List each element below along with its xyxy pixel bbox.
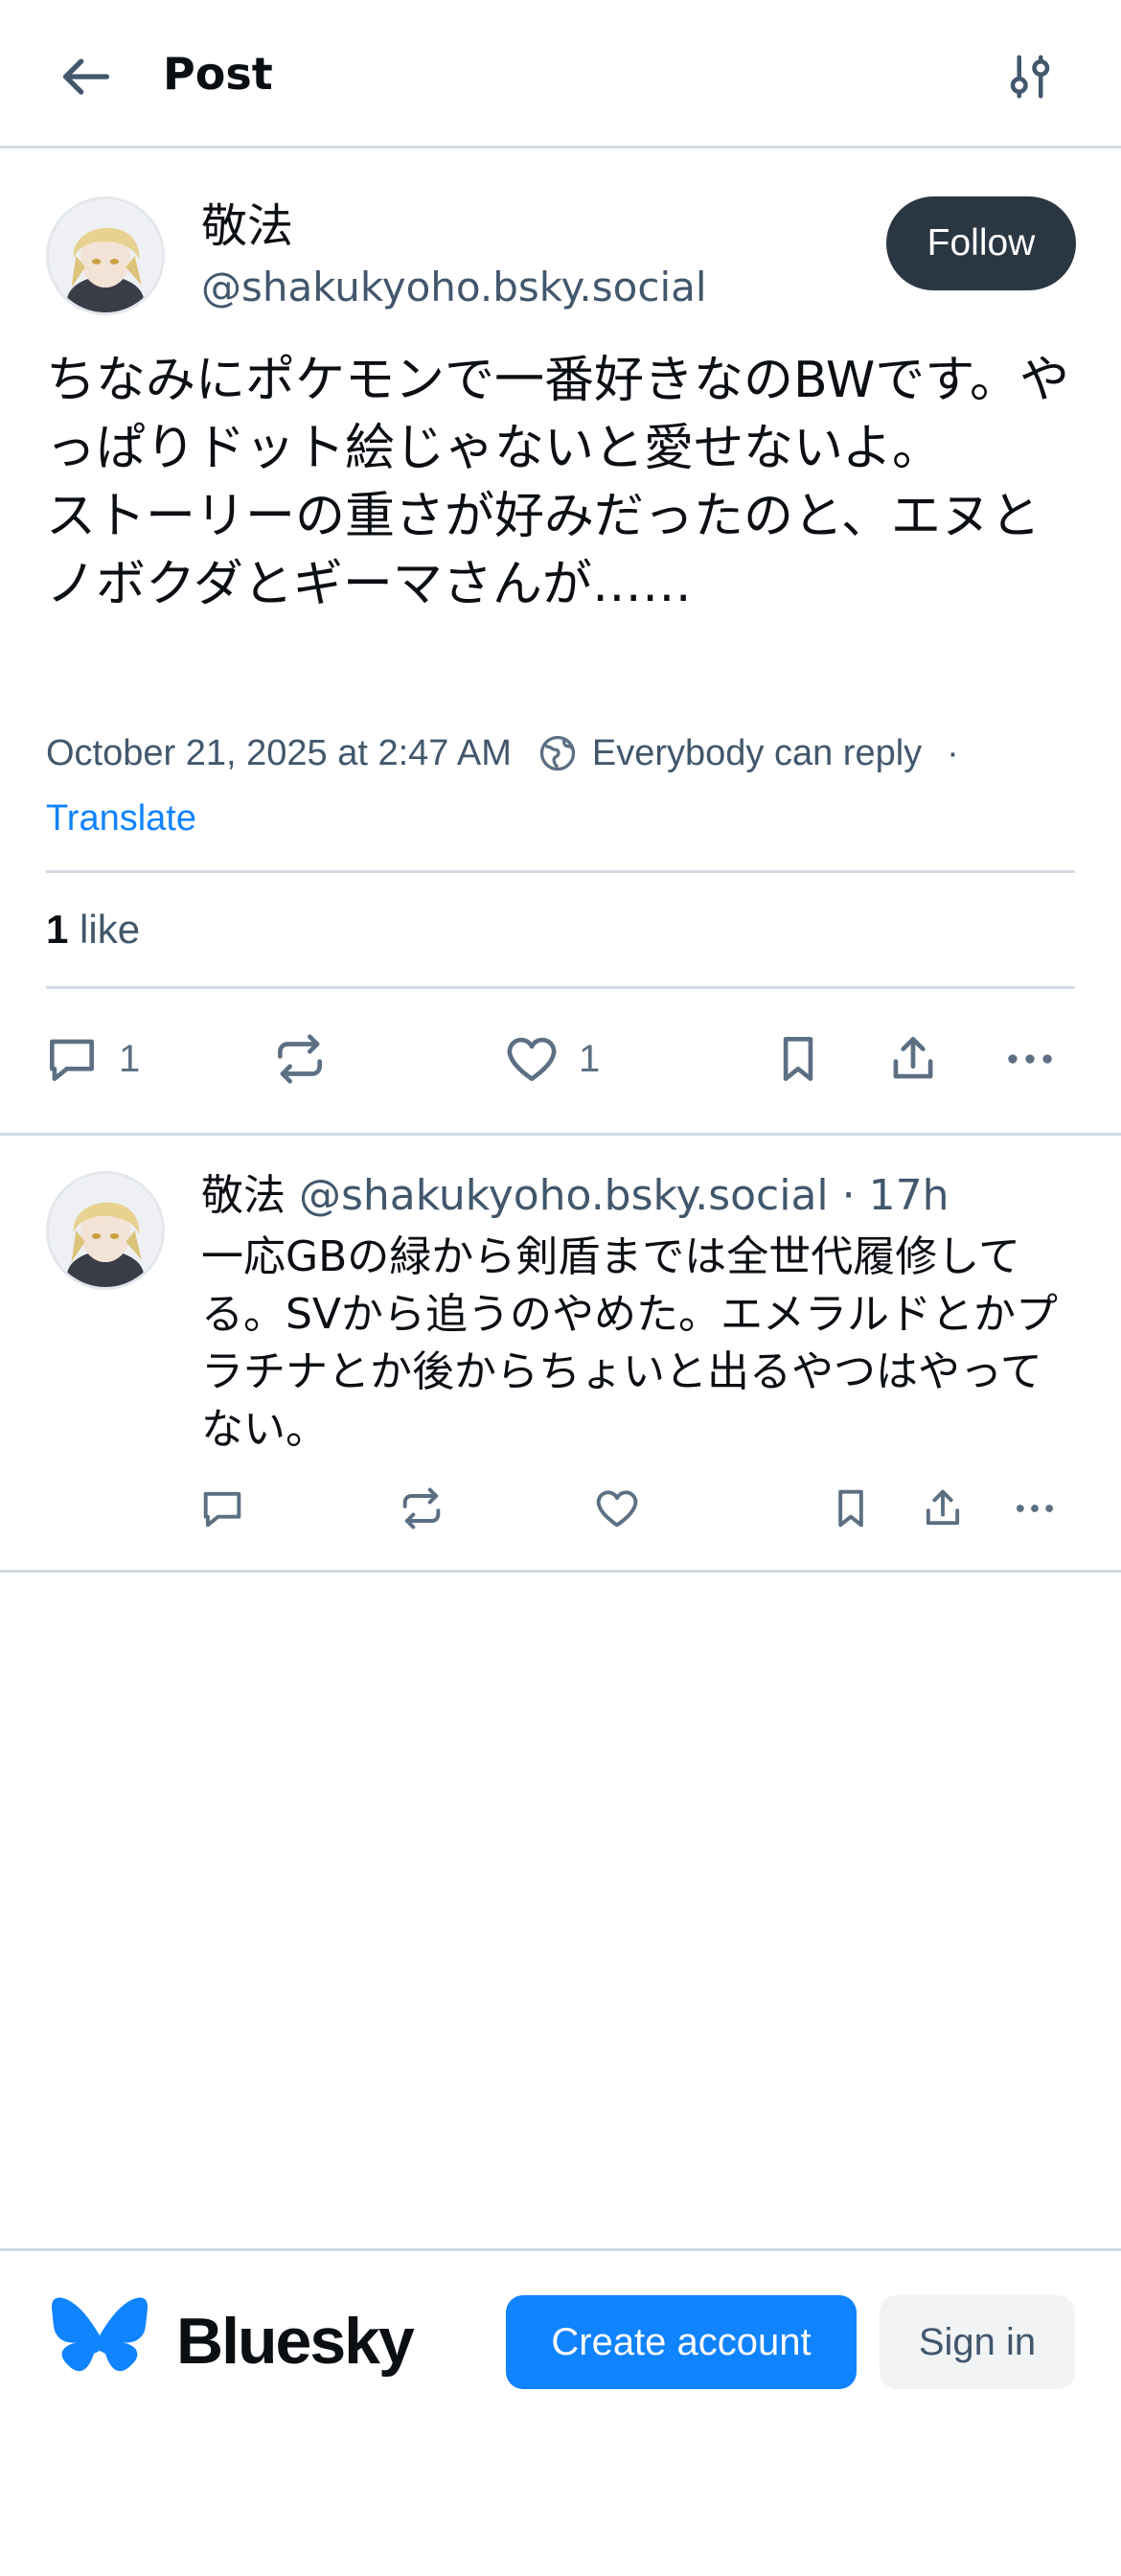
reply-repost-button[interactable]: [397, 1484, 446, 1533]
bookmark-icon: [838, 1489, 863, 1528]
thread-settings-button[interactable]: [992, 38, 1068, 115]
reply-like-button[interactable]: [592, 1484, 642, 1533]
reply-author-name[interactable]: 敬法: [201, 1171, 286, 1220]
follow-button[interactable]: Follow: [886, 196, 1076, 290]
reply-share-button[interactable]: [918, 1484, 968, 1533]
arrow-left-icon: [63, 58, 109, 95]
more-options-button[interactable]: [1000, 1029, 1060, 1089]
comment-icon: [203, 1491, 241, 1528]
avatar-image: [49, 1174, 162, 1287]
share-icon: [893, 1037, 933, 1079]
like-count: 1: [579, 1037, 601, 1080]
post-text: ちなみにポケモンで一番好きなのBWです。やっぱりドット絵じゃないと愛せないよ。 …: [46, 352, 1070, 613]
meta-separator: ·: [947, 732, 959, 773]
share-icon: [926, 1489, 960, 1526]
reply-count: 1: [119, 1037, 141, 1080]
page-title: Post: [163, 48, 273, 100]
reply-time[interactable]: 17h: [869, 1171, 949, 1220]
reply-button[interactable]: 1: [42, 1029, 140, 1089]
author-handle[interactable]: @shakukyoho.bsky.social: [201, 261, 707, 314]
reply-text: 一応GBの緑から剣盾までは全世代履修してる。SVから追うのやめた。エメラルドとか…: [201, 1232, 1059, 1454]
top-header: Post: [0, 0, 1121, 149]
sign-in-button[interactable]: Sign in: [880, 2295, 1075, 2389]
reply-author-handle[interactable]: @shakukyoho.bsky.social: [299, 1171, 829, 1220]
more-icon: [1016, 1505, 1054, 1512]
share-button[interactable]: [883, 1029, 943, 1089]
reply-header: 敬法 @shakukyoho.bsky.social · 17h: [201, 1167, 949, 1225]
sliders-icon: [1010, 55, 1050, 99]
globe-icon: [539, 735, 576, 771]
post-meta: October 21, 2025 at 2:47 AM Everybody ca…: [46, 726, 1081, 780]
like-button[interactable]: 1: [502, 1029, 600, 1089]
divider: [46, 870, 1075, 873]
thread-divider: [0, 1133, 1121, 1136]
butterfly-logo-icon: [52, 2297, 148, 2372]
back-button[interactable]: [48, 38, 125, 115]
translate-link[interactable]: Translate: [46, 792, 196, 845]
repost-icon: [402, 1487, 441, 1530]
post-timestamp[interactable]: October 21, 2025 at 2:47 AM: [46, 733, 512, 774]
repost-icon: [278, 1034, 322, 1084]
create-account-button[interactable]: Create account: [506, 2295, 857, 2389]
brand-name: Bluesky: [176, 2305, 415, 2378]
reply-author-avatar[interactable]: [46, 1171, 165, 1290]
heart-icon: [507, 1037, 557, 1081]
divider: [46, 986, 1075, 989]
likes-label: like: [80, 907, 141, 952]
reply-bookmark-button[interactable]: [826, 1484, 876, 1533]
heart-icon: [596, 1490, 638, 1528]
reply-more-options-button[interactable]: [1010, 1484, 1060, 1533]
thread-end-divider: [0, 1570, 1121, 1573]
repost-button[interactable]: [270, 1029, 330, 1089]
reply-setting[interactable]: Everybody can reply: [592, 733, 922, 774]
reply-reply-button[interactable]: [197, 1484, 247, 1533]
author-avatar[interactable]: [46, 196, 165, 315]
bookmark-button[interactable]: [768, 1029, 828, 1089]
comment-icon: [50, 1039, 94, 1081]
likes-count: 1: [46, 907, 69, 952]
avatar-image: [49, 199, 162, 312]
author-name[interactable]: 敬法: [201, 196, 293, 256]
reply-separator: ·: [841, 1171, 856, 1220]
bottom-signup-bar: Bluesky Create account Sign in: [0, 2248, 1121, 2576]
more-icon: [1008, 1054, 1052, 1064]
bookmark-icon: [783, 1037, 813, 1081]
likes-summary[interactable]: 1 like: [46, 901, 140, 958]
